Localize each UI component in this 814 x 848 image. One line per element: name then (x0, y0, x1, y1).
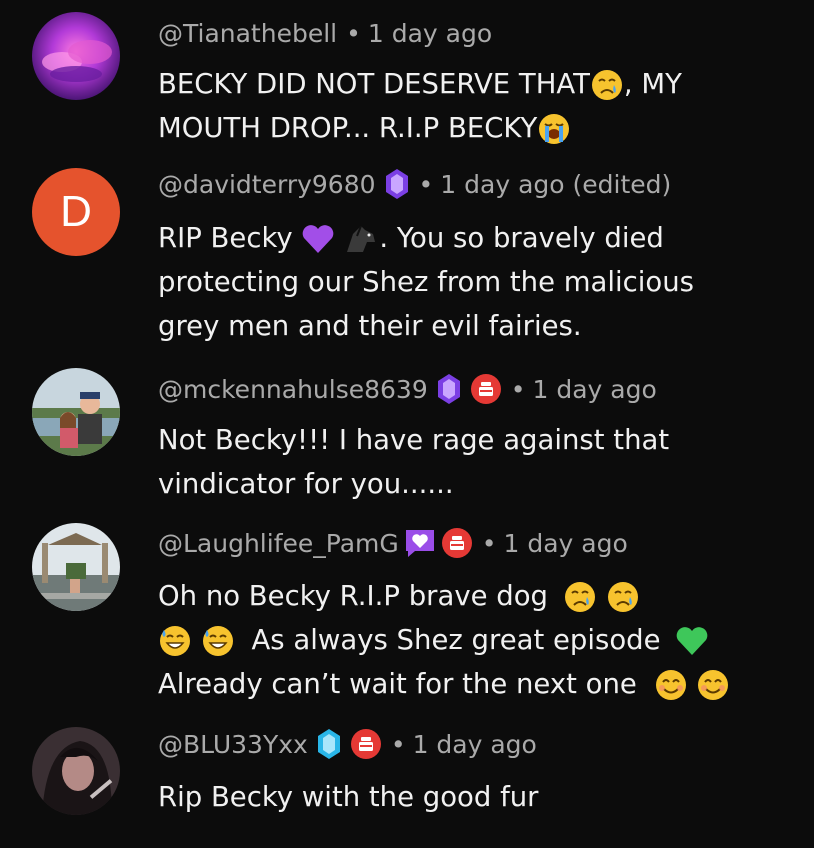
comment-timestamp[interactable]: 1 day ago (413, 730, 537, 759)
comment-line: protecting our Shez from the malicious (158, 266, 695, 298)
comment-line: RIP Becky (158, 222, 302, 254)
heart-chat-icon[interactable] (403, 527, 437, 559)
separator: • (418, 169, 434, 199)
comment-line: , MY (623, 68, 682, 100)
comment-author[interactable]: @Tianathebell (158, 19, 337, 48)
loudly-crying-face-emoji-icon (539, 114, 570, 144)
purple-cloud-avatar-icon (32, 12, 120, 100)
separator: • (481, 528, 497, 558)
supporter-red-icon[interactable] (441, 527, 473, 559)
comment-line: Not Becky!!! I have rage against that (158, 424, 670, 456)
photo-portrait-avatar-icon (32, 727, 120, 815)
comment-author[interactable]: @mckennahulse8639 (158, 375, 428, 404)
member-gem-icon[interactable] (384, 167, 410, 201)
comment-author[interactable]: @BLU33Yxx (158, 730, 308, 759)
comment-text: BECKY DID NOT DESERVE THAT , MY MOUTH DRO… (158, 62, 788, 150)
grinning-sweat-emoji-icon (160, 626, 190, 656)
photo-park-avatar-icon (32, 523, 120, 611)
supporter-red-icon[interactable] (470, 373, 502, 405)
photo-couple-avatar-icon (32, 368, 120, 456)
comment-text: Oh no Becky R.I.P brave dog As always Sh… (158, 574, 788, 706)
comment-line: BECKY DID NOT DESERVE THAT (158, 68, 590, 100)
comment-line: MOUTH DROP... R.I.P BECKY (158, 112, 538, 144)
avatar-letter: D (60, 187, 92, 236)
avatar[interactable] (32, 727, 120, 815)
grinning-sweat-emoji-icon (202, 626, 233, 656)
comment-timestamp[interactable]: 1 day ago (533, 375, 657, 404)
separator: • (346, 18, 361, 48)
comment-timestamp[interactable]: 1 day ago (edited) (440, 170, 671, 199)
comment-line: Oh no Becky R.I.P brave dog (158, 580, 549, 612)
separator: • (510, 374, 526, 404)
comment-text: RIP Becky . You so bravely died protecti… (158, 216, 788, 348)
comment-author[interactable]: @Laughlifee_PamG (158, 529, 399, 558)
comment-author[interactable]: @davidterry9680 (158, 170, 376, 199)
supporter-red-icon[interactable] (350, 728, 382, 760)
member-gem-icon[interactable] (436, 372, 462, 406)
separator: • (390, 729, 406, 759)
comment-text: Rip Becky with the good fur (158, 775, 788, 819)
comment-timestamp[interactable]: 1 day ago (504, 529, 628, 558)
black-horse-emoji-icon (347, 225, 376, 252)
comment-line: vindicator for you...... (158, 468, 454, 500)
smiling-face-emoji-icon (698, 670, 729, 700)
purple-heart-emoji-icon (303, 225, 334, 253)
comment-text: Not Becky!!! I have rage against that vi… (158, 418, 788, 506)
comment-line: . You so bravely died (379, 222, 664, 254)
smiling-face-emoji-icon (655, 670, 686, 700)
avatar[interactable]: D (32, 168, 120, 256)
avatar[interactable] (32, 12, 120, 100)
comment-line: Rip Becky with the good fur (158, 781, 539, 813)
avatar[interactable] (32, 368, 120, 456)
comment-line: grey men and their evil fairies. (158, 310, 582, 342)
comment-timestamp[interactable]: 1 day ago (368, 19, 492, 48)
avatar[interactable] (32, 523, 120, 611)
crying-face-emoji-icon (591, 70, 622, 100)
comment-line: Already can’t wait for the next one (158, 668, 637, 700)
comment-line: As always Shez great episode (251, 624, 661, 656)
member-gem-blue-icon[interactable] (316, 727, 342, 761)
crying-face-emoji-icon (607, 582, 638, 612)
crying-face-emoji-icon (564, 582, 595, 612)
green-heart-emoji-icon (676, 627, 708, 655)
